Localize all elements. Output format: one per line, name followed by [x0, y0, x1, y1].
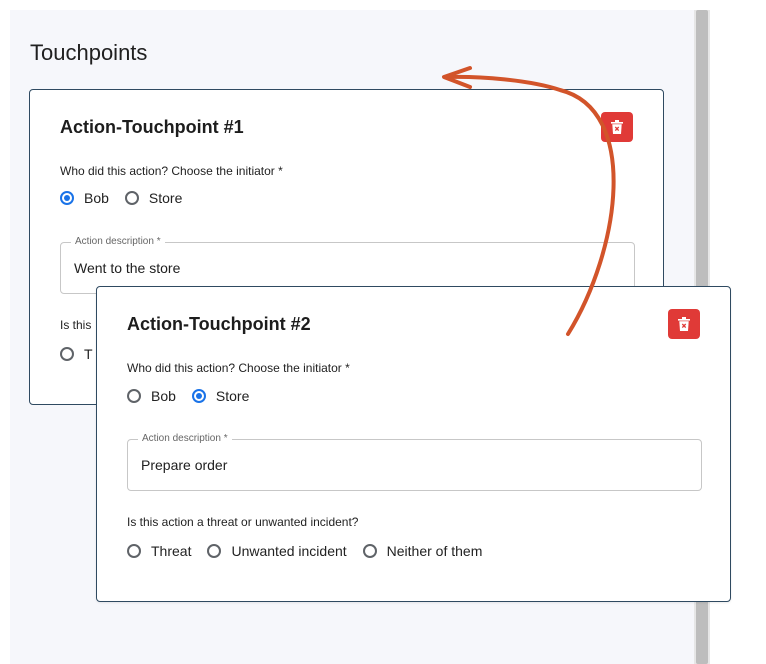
- delete-touchpoint-button[interactable]: [601, 112, 633, 142]
- initiator-radio-group: Bob Store: [60, 190, 198, 206]
- radio-unchecked[interactable]: [207, 544, 222, 558]
- initiator-question: Who did this action? Choose the initiato…: [60, 164, 283, 178]
- field-value: Went to the store: [74, 260, 181, 276]
- threat-option-neither[interactable]: Neither of them: [362, 543, 483, 559]
- trash-icon: [611, 120, 623, 134]
- action-description-field[interactable]: Action description * Prepare order: [127, 433, 702, 491]
- radio-label: Bob: [151, 388, 176, 404]
- trash-icon: [678, 317, 690, 331]
- threat-option-threat[interactable]: Threat: [127, 543, 191, 559]
- radio-unchecked[interactable]: [124, 191, 139, 205]
- threat-option-unwanted-incident[interactable]: Unwanted incident: [207, 543, 347, 559]
- touchpoint-title: Action-Touchpoint #2: [127, 314, 311, 334]
- radio-label: Store: [148, 190, 183, 206]
- initiator-option-store[interactable]: Store: [124, 190, 183, 206]
- field-label: Action description *: [138, 433, 232, 444]
- radio-unchecked[interactable]: [127, 544, 141, 558]
- radio-checked[interactable]: [60, 191, 74, 205]
- initiator-option-bob[interactable]: Bob: [127, 388, 176, 404]
- field-label: Action description *: [71, 236, 165, 247]
- radio-label: Unwanted incident: [231, 543, 347, 559]
- radio-label: Neither of them: [386, 543, 483, 559]
- radio-label: Threat: [151, 543, 192, 559]
- radio-label: T: [84, 346, 93, 362]
- initiator-option-store[interactable]: Store: [191, 388, 250, 404]
- threat-option-threat[interactable]: T: [60, 346, 93, 362]
- section-title: Touchpoints: [30, 40, 148, 65]
- radio-label: Store: [215, 388, 250, 404]
- threat-question: Is this action a threat or unwanted inci…: [127, 515, 359, 529]
- radio-unchecked[interactable]: [60, 347, 74, 361]
- initiator-radio-group: Bob Store: [127, 388, 265, 404]
- delete-touchpoint-button[interactable]: [668, 309, 700, 339]
- threat-radio-group: Threat Unwanted incident Neither of them: [127, 543, 498, 559]
- initiator-option-bob[interactable]: Bob: [60, 190, 109, 206]
- radio-unchecked[interactable]: [362, 544, 377, 558]
- initiator-question: Who did this action? Choose the initiato…: [127, 361, 350, 375]
- touchpoint-title: Action-Touchpoint #1: [60, 117, 244, 137]
- touchpoint-card-2: Action-Touchpoint #2 Who did this action…: [96, 286, 731, 602]
- radio-checked[interactable]: [191, 389, 206, 403]
- field-value: Prepare order: [141, 457, 228, 473]
- radio-unchecked[interactable]: [127, 389, 141, 403]
- radio-label: Bob: [84, 190, 109, 206]
- threat-question: Is this: [60, 318, 92, 332]
